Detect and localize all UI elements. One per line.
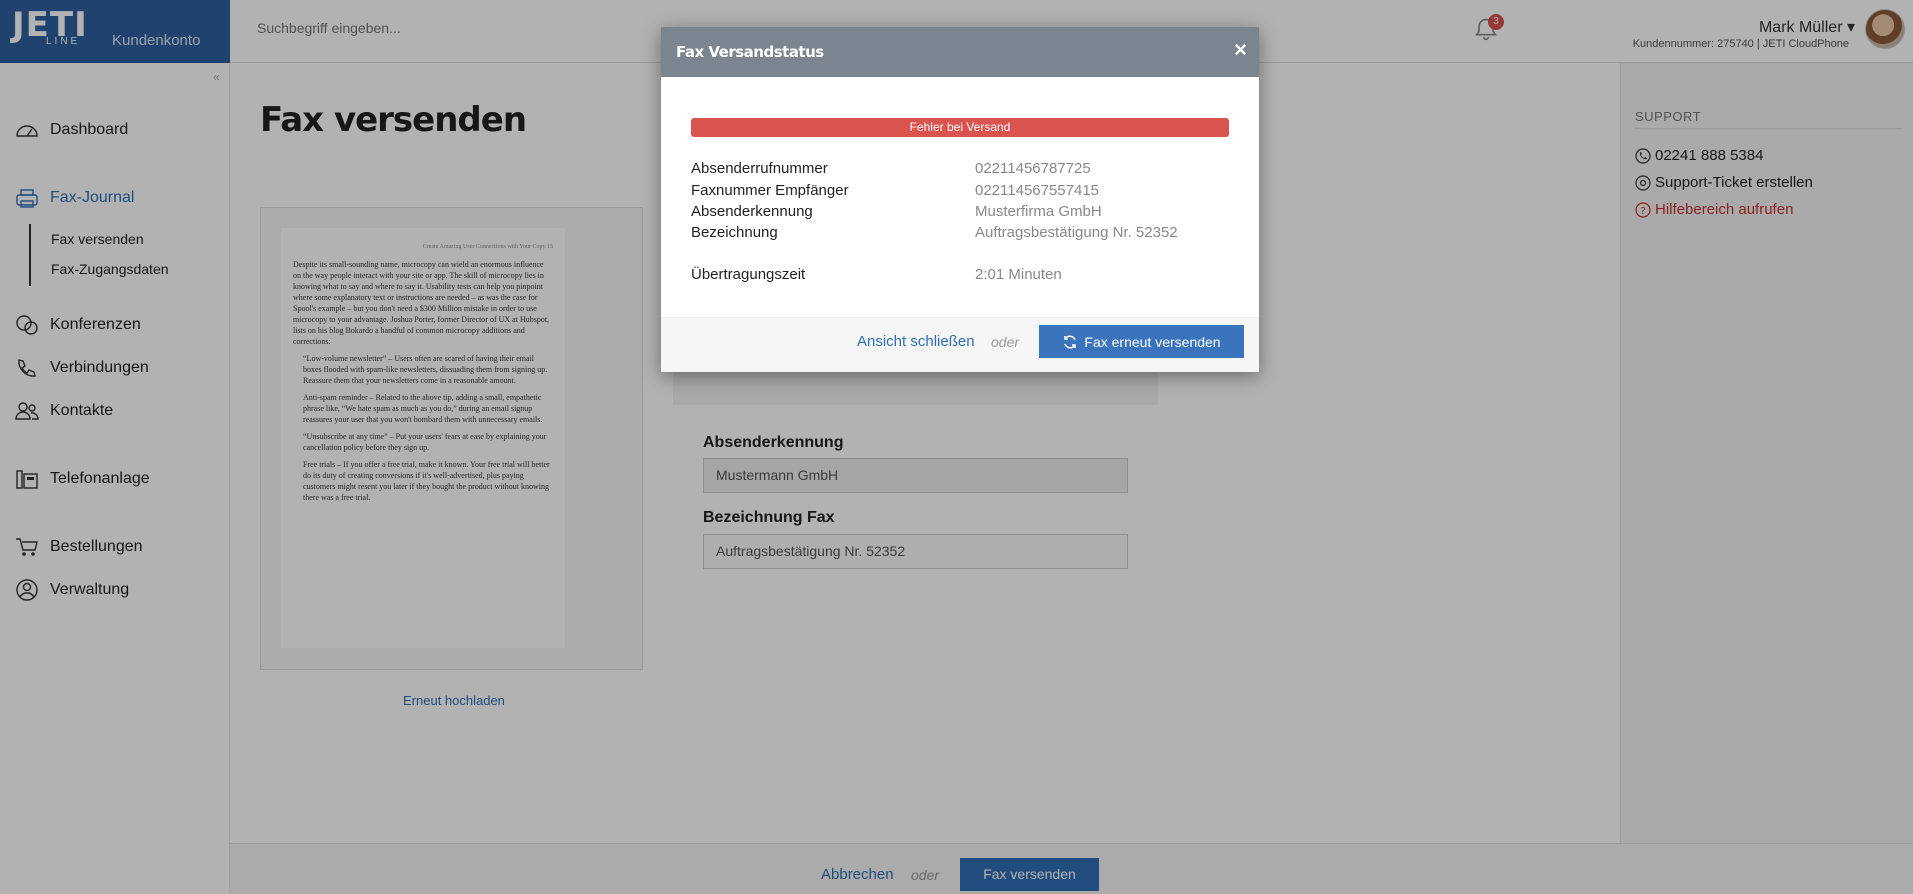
info-label: Absenderrufnummer [691,160,828,177]
info-label: Übertragungszeit [691,266,806,283]
info-label: Bezeichnung [691,224,778,241]
resend-fax-label: Fax erneut versenden [1084,333,1221,350]
fax-status-modal: Fax Versandstatus × Fehler bei Versand A… [661,27,1259,372]
close-view-link[interactable]: Ansicht schließen [857,333,975,350]
info-value: 022114567557415 [975,182,1100,199]
info-label: Absenderkennung [691,203,813,220]
info-value: 02211456787725 [975,160,1091,177]
modal-header: Fax Versandstatus × [661,27,1259,77]
modal-title: Fax Versandstatus [676,43,824,61]
info-value: Musterfirma GmbH [975,203,1102,220]
info-value: Auftragsbestätigung Nr. 52352 [975,224,1178,241]
close-icon[interactable]: × [1234,38,1247,62]
status-badge: Fehler bei Versand [691,118,1229,137]
modal-oder: oder [991,334,1020,350]
info-value: 2:01 Minuten [975,266,1062,283]
refresh-icon [1064,334,1077,349]
info-label: Faxnummer Empfänger [691,182,849,199]
resend-fax-button[interactable]: Fax erneut versenden [1039,325,1244,358]
